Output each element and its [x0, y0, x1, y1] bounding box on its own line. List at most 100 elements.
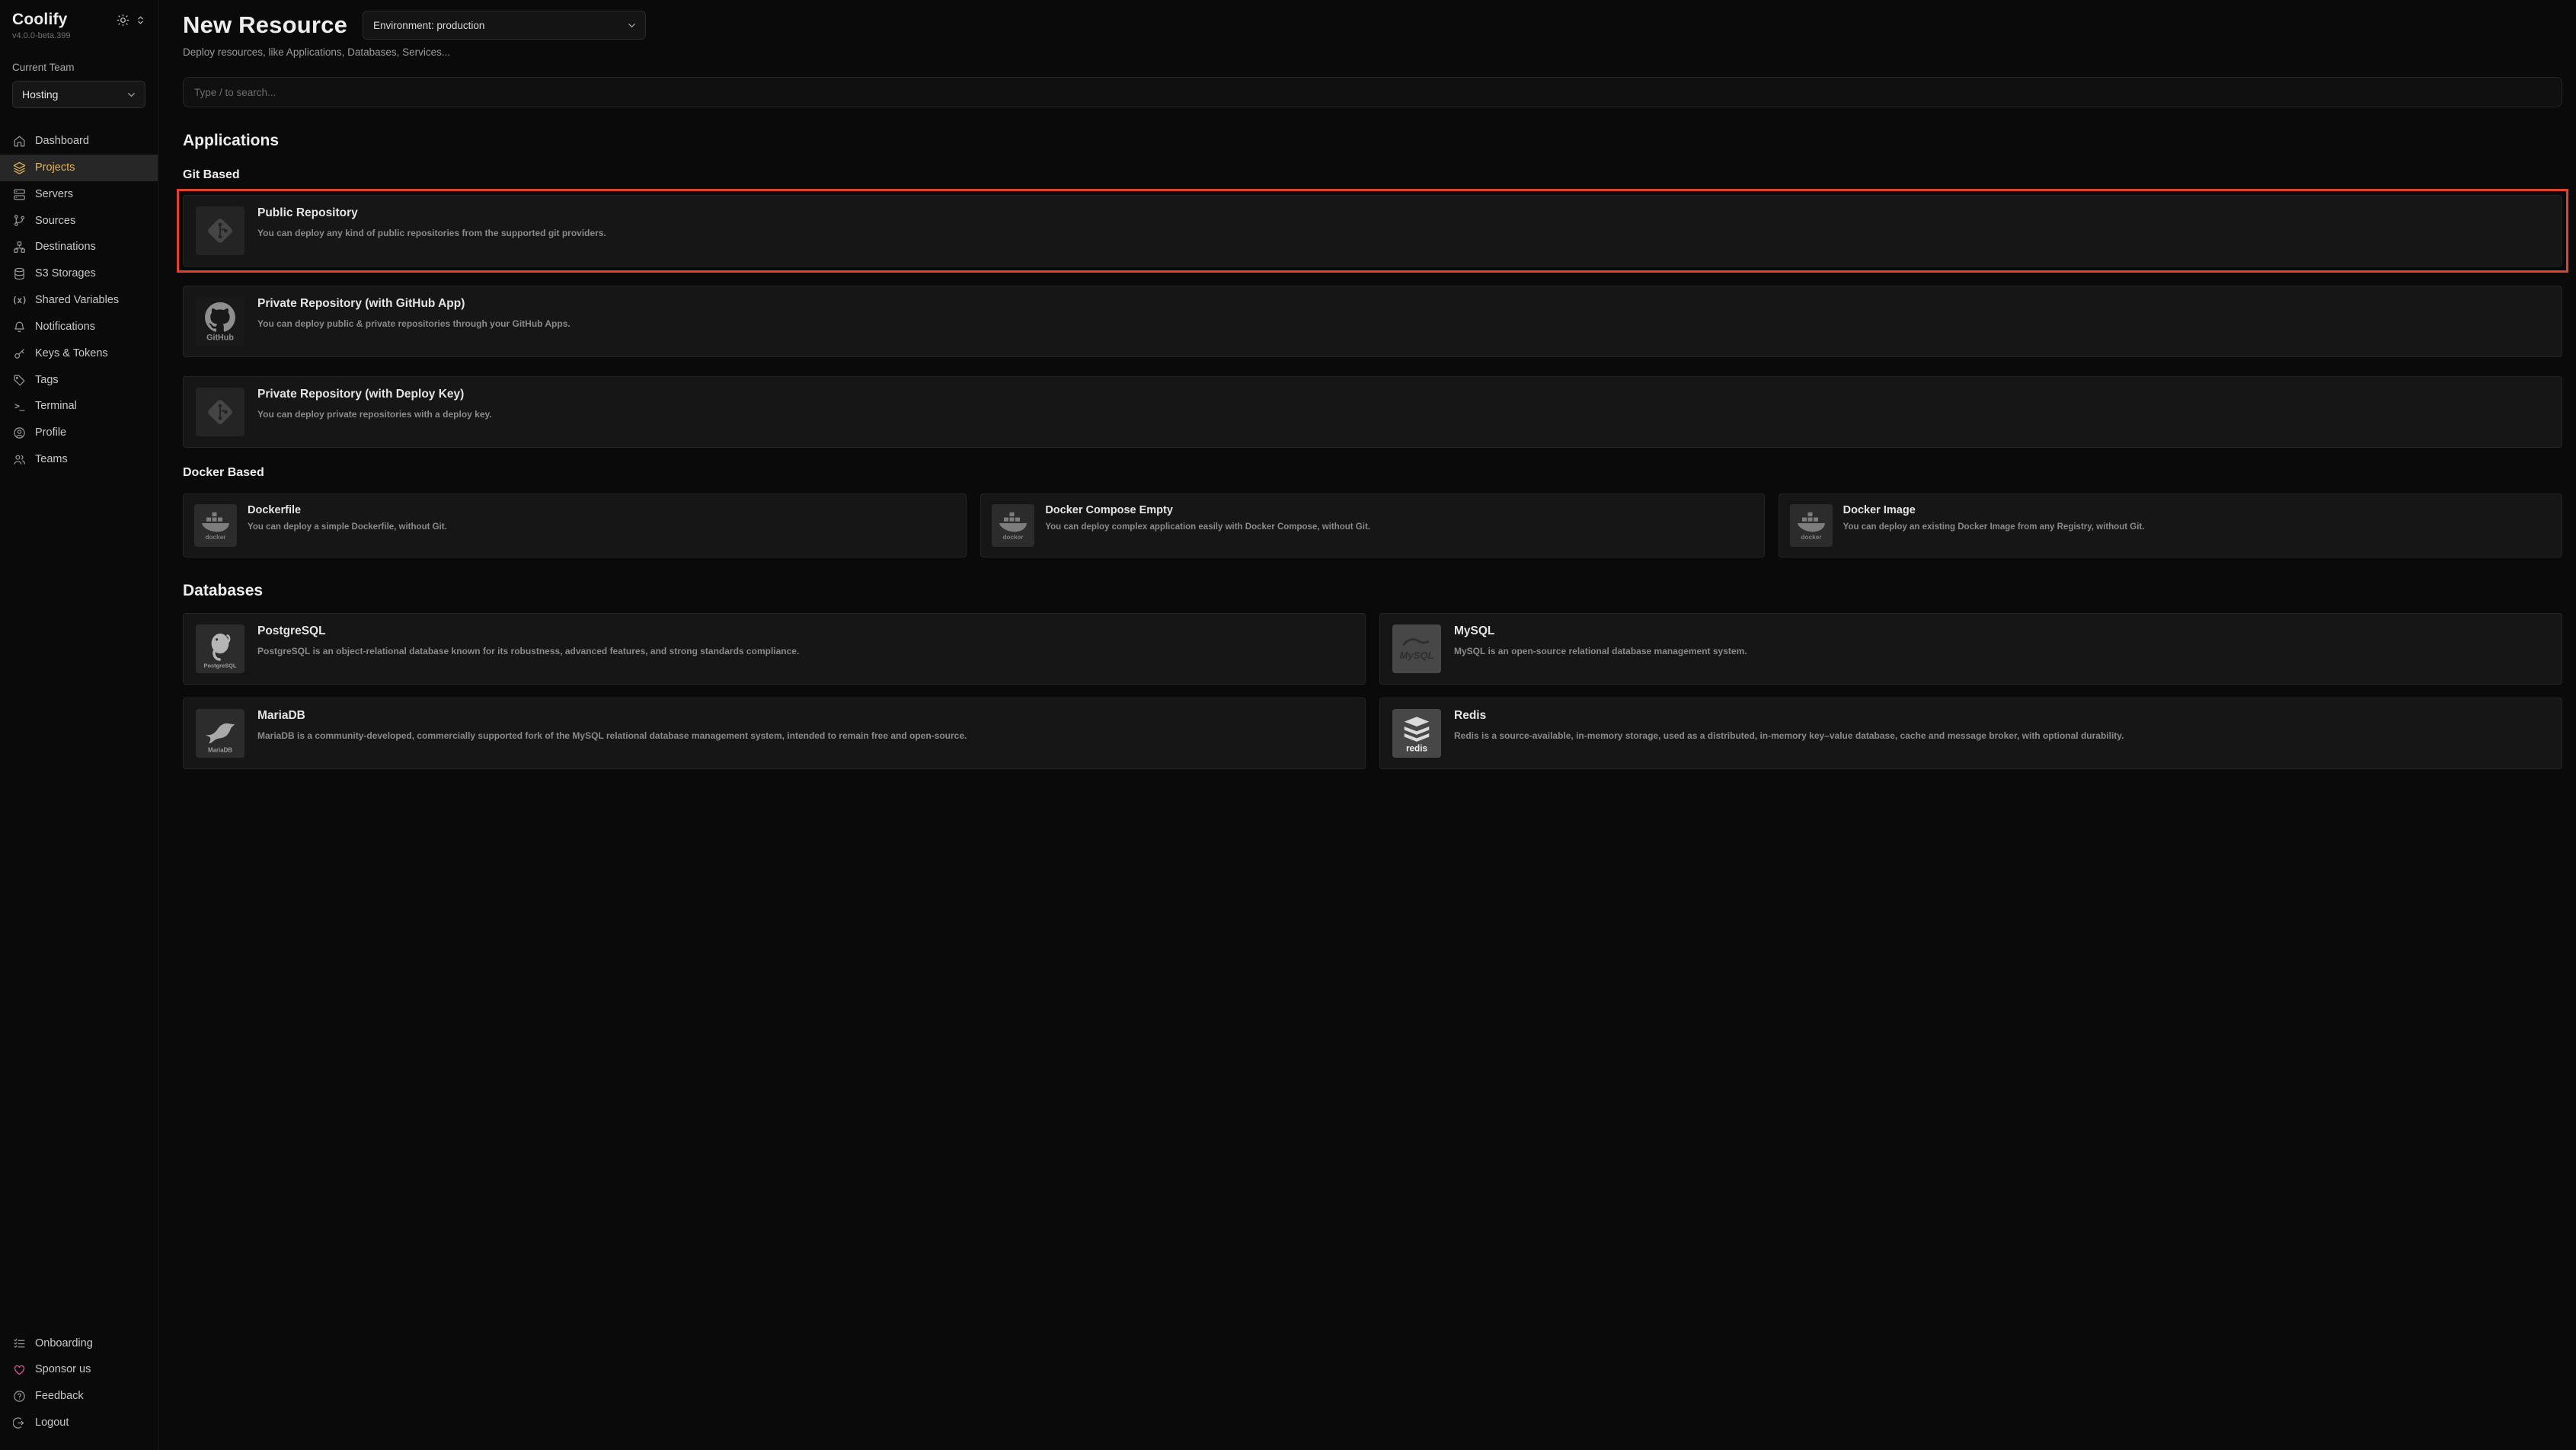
team-select-value: Hosting: [22, 88, 58, 101]
main-content: New Resource Environment: production Dep…: [158, 0, 2576, 1450]
sidebar-item-feedback[interactable]: Feedback: [0, 1383, 158, 1410]
logout-icon: [12, 1416, 27, 1429]
sidebar-footer-nav: Onboarding Sponsor us Feedback Logout: [12, 1330, 145, 1436]
svg-text:MariaDB: MariaDB: [208, 747, 232, 754]
sidebar-nav: Dashboard Projects Servers Sources Desti…: [12, 128, 145, 473]
sidebar-item-label: Shared Variables: [35, 293, 119, 308]
card-title: Private Repository (with Deploy Key): [257, 388, 492, 401]
key-icon: [12, 347, 27, 360]
card-private-repository-deploy-key[interactable]: Private Repository (with Deploy Key) You…: [183, 376, 2562, 448]
sidebar-item-sponsor-us[interactable]: Sponsor us: [0, 1356, 158, 1383]
card-docker-image[interactable]: docker Docker Image You can deploy an ex…: [1779, 493, 2562, 557]
section-applications-title: Applications: [183, 132, 2562, 150]
card-description: You can deploy public & private reposito…: [257, 317, 570, 331]
card-dockerfile[interactable]: docker Dockerfile You can deploy a simpl…: [183, 493, 967, 557]
bell-icon: [12, 321, 27, 334]
sidebar-item-label: Sources: [35, 214, 75, 228]
card-body: MariaDB MariaDB is a community-developed…: [257, 709, 967, 743]
sidebar-item-s3-storages[interactable]: S3 Storages: [0, 260, 158, 287]
postgresql-icon: PostgreSQL: [196, 624, 244, 673]
page-header: New Resource Environment: production: [183, 11, 2562, 40]
card-title: Docker Image: [1843, 504, 2145, 516]
subsection-git-based-title: Git Based: [183, 168, 2562, 182]
section-databases-title: Databases: [183, 582, 2562, 600]
card-body: Public Repository You can deploy any kin…: [257, 206, 606, 240]
page-subtitle: Deploy resources, like Applications, Dat…: [183, 46, 2562, 58]
app-brand: Coolify: [12, 11, 68, 29]
sidebar-item-label: Logout: [35, 1416, 69, 1430]
card-title: Docker Compose Empty: [1045, 504, 1370, 516]
sidebar-item-destinations[interactable]: Destinations: [0, 234, 158, 260]
sidebar-item-label: Keys & Tokens: [35, 347, 108, 361]
sidebar-item-teams[interactable]: Teams: [0, 446, 158, 473]
svg-text:PostgreSQL: PostgreSQL: [204, 663, 237, 669]
team-select[interactable]: Hosting: [12, 81, 145, 108]
sidebar-item-keys-tokens[interactable]: Keys & Tokens: [0, 340, 158, 367]
current-team-label: Current Team: [12, 62, 145, 73]
search-input[interactable]: [183, 77, 2562, 107]
sidebar-item-projects[interactable]: Projects: [0, 155, 158, 181]
git-icon: [196, 388, 244, 436]
sidebar-item-shared-variables[interactable]: (x) Shared Variables: [0, 287, 158, 314]
card-docker-compose-empty[interactable]: docker Docker Compose Empty You can depl…: [980, 493, 1764, 557]
chevron-down-icon: [126, 89, 137, 101]
brand-row: Coolify: [12, 11, 145, 29]
card-mysql[interactable]: MySQL MySQL MySQL is an open-source rela…: [1379, 613, 2562, 685]
environment-select-value: Environment: production: [373, 20, 484, 31]
app-version: v4.0.0-beta.399: [12, 31, 145, 40]
card-public-repository[interactable]: Public Repository You can deploy any kin…: [183, 195, 2562, 267]
docker-icon: docker: [992, 504, 1034, 547]
sidebar-item-sources[interactable]: Sources: [0, 208, 158, 235]
database-cards: PostgreSQL PostgreSQL PostgreSQL is an o…: [183, 613, 2562, 769]
sidebar-item-dashboard[interactable]: Dashboard: [0, 128, 158, 155]
home-icon: [12, 135, 27, 148]
card-description: MySQL is an open-source relational datab…: [1454, 644, 1747, 658]
github-icon: GitHub: [196, 297, 244, 346]
sidebar-item-label: Terminal: [35, 399, 77, 414]
list-checks-icon: [12, 1337, 27, 1350]
sidebar-item-onboarding[interactable]: Onboarding: [0, 1330, 158, 1357]
docker-based-cards: docker Dockerfile You can deploy a simpl…: [183, 493, 2562, 557]
brand-icons: [117, 14, 145, 27]
page-title: New Resource: [183, 11, 347, 39]
card-postgresql[interactable]: PostgreSQL PostgreSQL PostgreSQL is an o…: [183, 613, 1366, 685]
card-redis[interactable]: redis Redis Redis is a source-available,…: [1379, 698, 2562, 769]
docker-icon: docker: [194, 504, 237, 547]
sidebar-item-logout[interactable]: Logout: [0, 1410, 158, 1436]
network-icon: [12, 241, 27, 254]
sidebar-item-tags[interactable]: Tags: [0, 367, 158, 394]
chevron-down-icon: [626, 20, 638, 31]
sidebar-item-label: S3 Storages: [35, 267, 96, 281]
card-body: Docker Compose Empty You can deploy comp…: [1045, 504, 1370, 534]
tag-icon: [12, 374, 27, 387]
mariadb-icon: MariaDB: [196, 709, 244, 758]
users-icon: [12, 453, 27, 466]
sidebar-item-label: Notifications: [35, 320, 95, 334]
sidebar-item-label: Sponsor us: [35, 1362, 91, 1377]
card-body: PostgreSQL PostgreSQL is an object-relat…: [257, 624, 799, 658]
card-title: Public Repository: [257, 206, 606, 220]
card-title: PostgreSQL: [257, 624, 799, 638]
environment-select[interactable]: Environment: production: [363, 11, 646, 40]
card-title: MySQL: [1454, 624, 1747, 638]
sidebar-item-terminal[interactable]: >_ Terminal: [0, 393, 158, 420]
sidebar-item-notifications[interactable]: Notifications: [0, 314, 158, 340]
chevrons-up-down-icon[interactable]: [136, 15, 145, 25]
card-body: Private Repository (with Deploy Key) You…: [257, 388, 492, 421]
server-icon: [12, 188, 27, 201]
card-title: Redis: [1454, 709, 2124, 723]
redis-icon: redis: [1392, 709, 1441, 758]
help-circle-icon: [12, 1390, 27, 1403]
card-mariadb[interactable]: MariaDB MariaDB MariaDB is a community-d…: [183, 698, 1366, 769]
card-title: MariaDB: [257, 709, 967, 723]
layers-icon: [12, 161, 27, 174]
sidebar-item-profile[interactable]: Profile: [0, 420, 158, 446]
card-title: Dockerfile: [248, 504, 447, 516]
sun-icon[interactable]: [117, 14, 129, 27]
database-icon: [12, 267, 27, 280]
docker-icon: docker: [1790, 504, 1833, 547]
terminal-icon: >_: [12, 401, 27, 412]
sidebar-item-servers[interactable]: Servers: [0, 181, 158, 208]
card-private-repository-github-app[interactable]: GitHub Private Repository (with GitHub A…: [183, 286, 2562, 357]
card-body: Private Repository (with GitHub App) You…: [257, 297, 570, 331]
